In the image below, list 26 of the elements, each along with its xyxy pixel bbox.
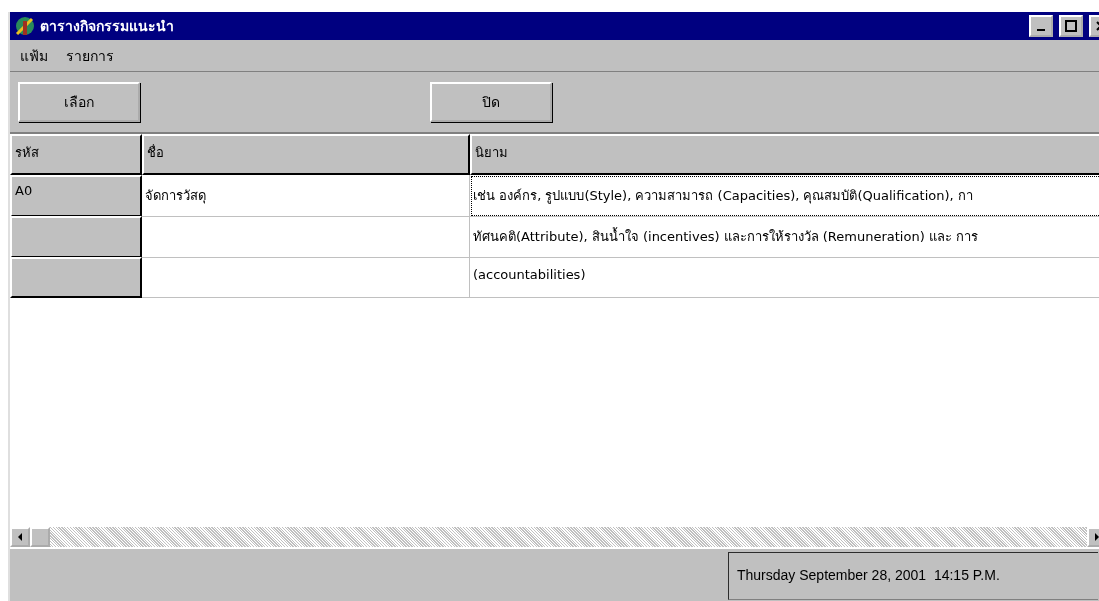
window-title: ตารางกิจกรรมแนะนำ xyxy=(40,17,175,36)
scroll-thumb[interactable] xyxy=(30,527,50,547)
minimize-icon xyxy=(1037,29,1045,31)
left-arrow-icon xyxy=(17,533,23,541)
app-icon xyxy=(14,15,36,37)
column-header[interactable]: ชื่อ xyxy=(142,134,470,175)
menu-item[interactable]: รายการ xyxy=(66,44,114,67)
maximize-icon xyxy=(1065,20,1077,32)
row-header[interactable] xyxy=(10,216,142,258)
minimize-button[interactable] xyxy=(1029,15,1053,37)
row-header[interactable] xyxy=(10,257,142,298)
row-header[interactable]: A0 xyxy=(10,175,142,217)
status-datetime: Thursday September 28, 2001 14:15 P.M. xyxy=(728,552,1098,600)
menu-item[interactable]: แฟ้ม xyxy=(20,44,48,67)
column-header[interactable]: นิยาม xyxy=(470,134,1099,175)
table-cell: (accountabilities) xyxy=(470,257,1099,298)
column-header[interactable]: รหัส xyxy=(10,134,142,175)
table-cell: เช่น องค์กร, รูปแบบ(Style), ความสามารถ (Capacities), คุณสมบัติ(Qualification), กา xyxy=(470,175,1099,217)
scroll-left-button[interactable] xyxy=(10,527,30,547)
toolbar-button[interactable]: เลือก xyxy=(18,82,140,122)
right-arrow-icon xyxy=(1094,533,1099,541)
toolbar-button[interactable]: ปิด xyxy=(430,82,552,122)
table-cell: ทัศนคติ(Attribute), สินน้ำใจ (incentives) และการให้รางวัล (Remuneration) และ การ xyxy=(470,216,1099,258)
horizontal-scrollbar[interactable] xyxy=(10,527,1099,547)
maximize-button[interactable] xyxy=(1059,15,1083,37)
table-cell: จัดการวัสดุ xyxy=(142,175,470,217)
